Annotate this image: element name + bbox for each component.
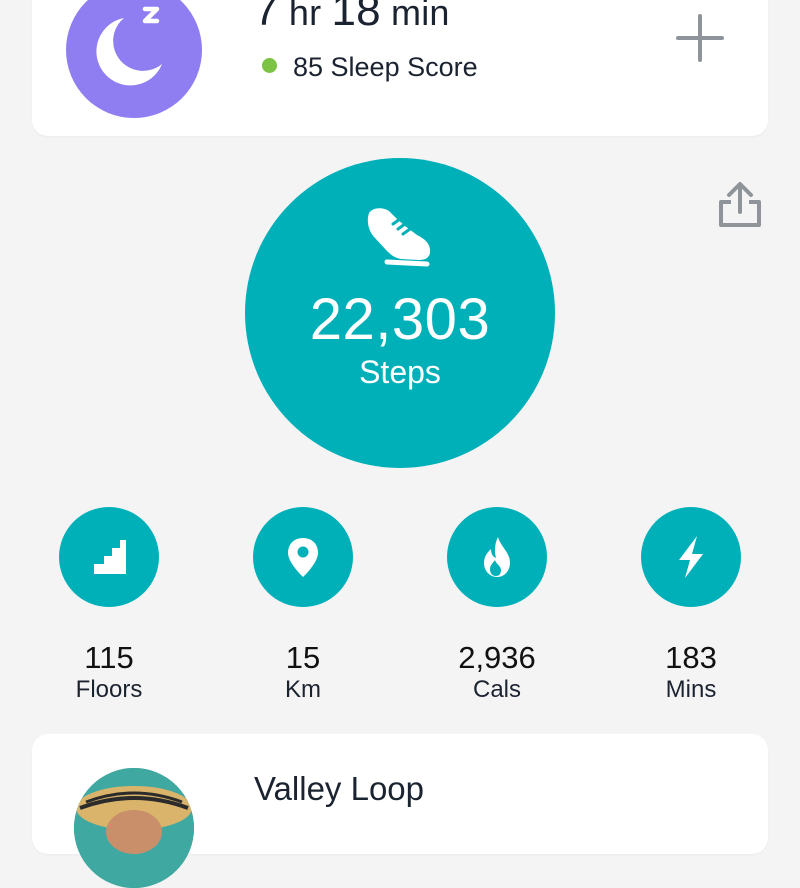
active-minutes-icon-circle <box>641 507 741 607</box>
sleep-card[interactable]: 7 hr 18 min 85 Sleep Score <box>32 0 768 136</box>
steps-circle[interactable]: 22,303 Steps <box>245 158 555 468</box>
flame-icon <box>484 537 510 577</box>
calories-value: 2,936 <box>458 640 536 675</box>
activity-card[interactable]: Valley Loop <box>32 734 768 888</box>
active-minutes-label: Mins <box>665 676 717 703</box>
sleep-score: 85 Sleep Score <box>262 52 478 83</box>
activity-title: Valley Loop <box>254 770 425 807</box>
sleep-minutes: 18 <box>331 0 381 35</box>
share-icon <box>719 182 761 227</box>
distance-value: 15 <box>285 640 321 675</box>
sleep-avatar <box>66 0 202 118</box>
add-button[interactable] <box>672 10 728 66</box>
stat-distance[interactable]: 15 Km <box>233 507 373 705</box>
sleep-score-text: 85 Sleep Score <box>293 52 478 82</box>
activity-photo-image <box>74 768 194 888</box>
stat-active-minutes[interactable]: 183 Mins <box>621 507 761 705</box>
sleep-duration: 7 hr 18 min <box>254 0 450 36</box>
steps-label: Steps <box>359 354 441 390</box>
floors-icon-circle <box>59 507 159 607</box>
floors-label: Floors <box>75 676 143 703</box>
sleep-min-unit: min <box>391 0 450 33</box>
distance-label: Km <box>285 676 321 703</box>
activity-photo <box>74 768 194 888</box>
plus-icon <box>676 14 724 62</box>
share-button[interactable] <box>716 180 764 230</box>
distance-icon-circle <box>253 507 353 607</box>
location-pin-icon <box>288 538 318 577</box>
calories-label: Cals <box>472 676 521 703</box>
sleep-hours: 7 <box>254 0 279 35</box>
floors-value: 115 <box>84 640 134 675</box>
stairs-icon <box>94 540 126 574</box>
active-minutes-value: 183 <box>665 640 717 675</box>
sleep-score-dot <box>262 58 277 74</box>
steps-value: 22,303 <box>309 287 491 352</box>
sleep-hr-unit: hr <box>288 0 322 33</box>
shoe-icon <box>367 208 431 267</box>
moon-sleep-icon <box>96 6 162 86</box>
lightning-icon <box>679 536 703 578</box>
calories-icon-circle <box>447 507 547 607</box>
stat-floors[interactable]: 115 Floors <box>39 507 179 705</box>
stat-calories[interactable]: 2,936 Cals <box>427 507 567 705</box>
